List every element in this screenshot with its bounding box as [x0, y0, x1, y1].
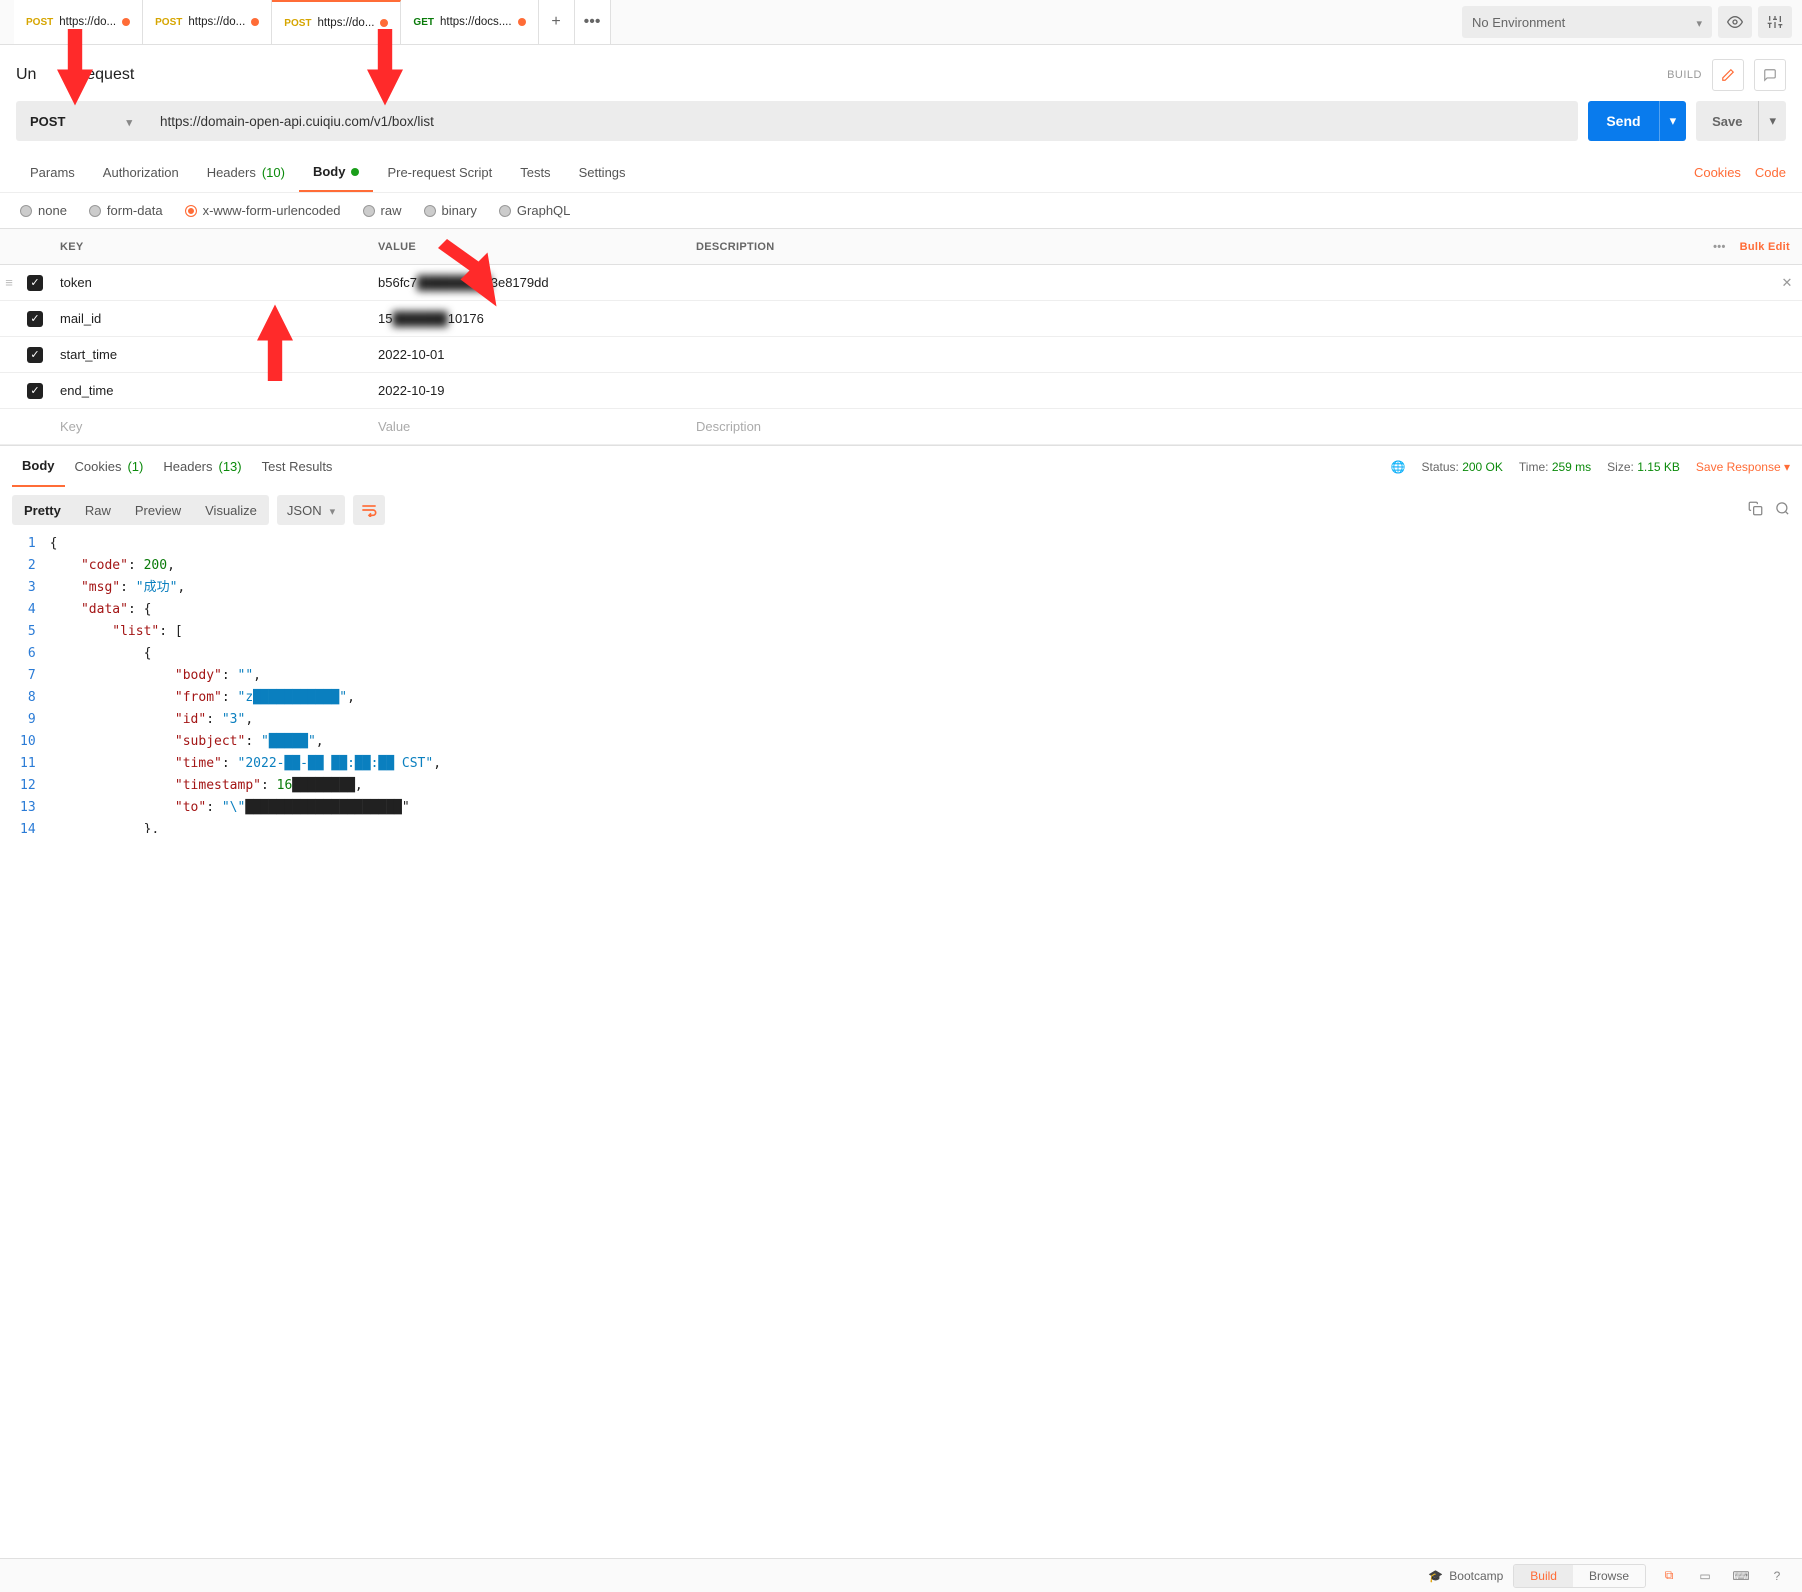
response-toolbar: Pretty Raw Preview Visualize JSON [0, 487, 1802, 533]
view-mode-segment: Pretty Raw Preview Visualize [12, 495, 269, 525]
resp-tab-body[interactable]: Body [12, 446, 65, 487]
environment-select[interactable]: No Environment [1462, 6, 1712, 38]
mode-segment: Build Browse [1513, 1564, 1646, 1588]
url-input[interactable] [146, 101, 1578, 141]
view-pretty[interactable]: Pretty [12, 495, 73, 525]
tab-1[interactable]: POSThttps://do... [143, 0, 272, 44]
radio-x-www[interactable]: x-www-form-urlencoded [185, 203, 341, 218]
pane-split-icon[interactable]: ⧉ [1656, 1565, 1682, 1587]
settings-icon[interactable] [1758, 6, 1792, 38]
more-options-icon[interactable]: ••• [1713, 241, 1725, 253]
body-active-dot-icon [351, 168, 359, 176]
modified-dot-icon [122, 18, 130, 26]
radio-none[interactable]: none [20, 203, 67, 218]
method-select[interactable]: POST [16, 101, 146, 141]
tab-2[interactable]: POSThttps://do... [272, 0, 401, 44]
request-tabs: POSThttps://do... POSThttps://do... POST… [0, 0, 1452, 44]
table-row[interactable]: ✓ end_time 2022-10-19 [0, 373, 1802, 409]
tab-headers[interactable]: Headers (10) [193, 153, 299, 192]
wrap-lines-icon[interactable] [353, 495, 385, 525]
radio-graphql[interactable]: GraphQL [499, 203, 570, 218]
pane-bottom-icon[interactable]: ▭ [1692, 1565, 1718, 1587]
url-row: POST Send▾ Save▾ [0, 101, 1802, 153]
radio-raw[interactable]: raw [363, 203, 402, 218]
status-bar: 🎓 Bootcamp Build Browse ⧉ ▭ ⌨ ? [0, 1558, 1802, 1592]
search-icon[interactable] [1775, 501, 1790, 519]
tab-params[interactable]: Params [16, 153, 89, 192]
col-description: DESCRIPTION [688, 241, 1701, 253]
top-bar: POSThttps://do... POSThttps://do... POST… [0, 0, 1802, 45]
checkbox-icon[interactable]: ✓ [27, 311, 43, 327]
modified-dot-icon [518, 18, 526, 26]
radio-binary[interactable]: binary [424, 203, 477, 218]
help-icon[interactable]: ? [1764, 1565, 1790, 1587]
table-row[interactable]: ✓ start_time 2022-10-01 [0, 337, 1802, 373]
mode-browse[interactable]: Browse [1573, 1565, 1645, 1587]
request-section-tabs: Params Authorization Headers (10) Body P… [0, 153, 1802, 193]
resp-tab-headers[interactable]: Headers (13) [153, 446, 251, 487]
copy-icon[interactable] [1748, 501, 1763, 519]
modified-dot-icon [380, 19, 388, 27]
save-response-button[interactable]: Save Response ▾ [1696, 460, 1790, 474]
body-type-radios: none form-data x-www-form-urlencoded raw… [0, 193, 1802, 228]
col-key: KEY [52, 241, 370, 253]
checkbox-icon[interactable]: ✓ [27, 275, 43, 291]
save-button[interactable]: Save▾ [1696, 101, 1786, 141]
tab-body[interactable]: Body [299, 153, 374, 192]
bootcamp-button[interactable]: 🎓 Bootcamp [1428, 1569, 1503, 1583]
table-row[interactable]: ✓ mail_id 15██████10176 [0, 301, 1802, 337]
modified-dot-icon [251, 18, 259, 26]
response-tabs: Body Cookies (1) Headers (13) Test Resul… [0, 445, 1802, 487]
environment-area: No Environment [1452, 0, 1802, 44]
cookies-link[interactable]: Cookies [1694, 165, 1741, 180]
save-caret-icon[interactable]: ▾ [1758, 101, 1786, 141]
request-header: Untitled Request BUILD [0, 45, 1802, 101]
new-tab-button[interactable]: + [539, 0, 575, 44]
tab-settings[interactable]: Settings [565, 153, 640, 192]
format-select[interactable]: JSON [277, 495, 345, 525]
new-row[interactable]: Key Value Description [0, 409, 1802, 445]
tab-tests[interactable]: Tests [506, 153, 564, 192]
delete-row-icon[interactable]: ✕ [1772, 275, 1802, 291]
code-link[interactable]: Code [1755, 165, 1786, 180]
tab-prerequest[interactable]: Pre-request Script [373, 153, 506, 192]
build-label: BUILD [1667, 69, 1702, 81]
view-preview[interactable]: Preview [123, 495, 193, 525]
view-raw[interactable]: Raw [73, 495, 123, 525]
resp-tab-tests[interactable]: Test Results [252, 446, 343, 487]
resp-tab-cookies[interactable]: Cookies (1) [65, 446, 154, 487]
bulk-edit-link[interactable]: Bulk Edit [1740, 241, 1790, 253]
edit-icon[interactable] [1712, 59, 1744, 91]
mode-build[interactable]: Build [1514, 1565, 1573, 1587]
body-kv-table: KEY VALUE DESCRIPTION ••• Bulk Edit ≡ ✓ … [0, 228, 1802, 445]
checkbox-icon[interactable]: ✓ [27, 347, 43, 363]
comment-icon[interactable] [1754, 59, 1786, 91]
environment-eye-icon[interactable] [1718, 6, 1752, 38]
drag-handle-icon[interactable]: ≡ [0, 275, 18, 290]
tab-authorization[interactable]: Authorization [89, 153, 193, 192]
tab-3[interactable]: GEThttps://docs.... [401, 0, 538, 44]
radio-form-data[interactable]: form-data [89, 203, 163, 218]
response-body-code[interactable]: 123456789101112131415 { "code": 200, "ms… [0, 533, 1802, 833]
table-row[interactable]: ≡ ✓ token b56fc7████████3e8179dd ✕ [0, 265, 1802, 301]
tab-0[interactable]: POSThttps://do... [14, 0, 143, 44]
send-caret-icon[interactable]: ▾ [1659, 101, 1687, 141]
request-title: Untitled Request [16, 66, 134, 84]
keyboard-icon[interactable]: ⌨ [1728, 1565, 1754, 1587]
globe-icon[interactable]: 🌐 [1391, 460, 1406, 474]
col-value: VALUE [370, 241, 688, 253]
send-button[interactable]: Send▾ [1588, 101, 1686, 141]
checkbox-icon[interactable]: ✓ [27, 383, 43, 399]
view-visualize[interactable]: Visualize [193, 495, 269, 525]
tab-overflow-button[interactable]: ••• [575, 0, 611, 44]
